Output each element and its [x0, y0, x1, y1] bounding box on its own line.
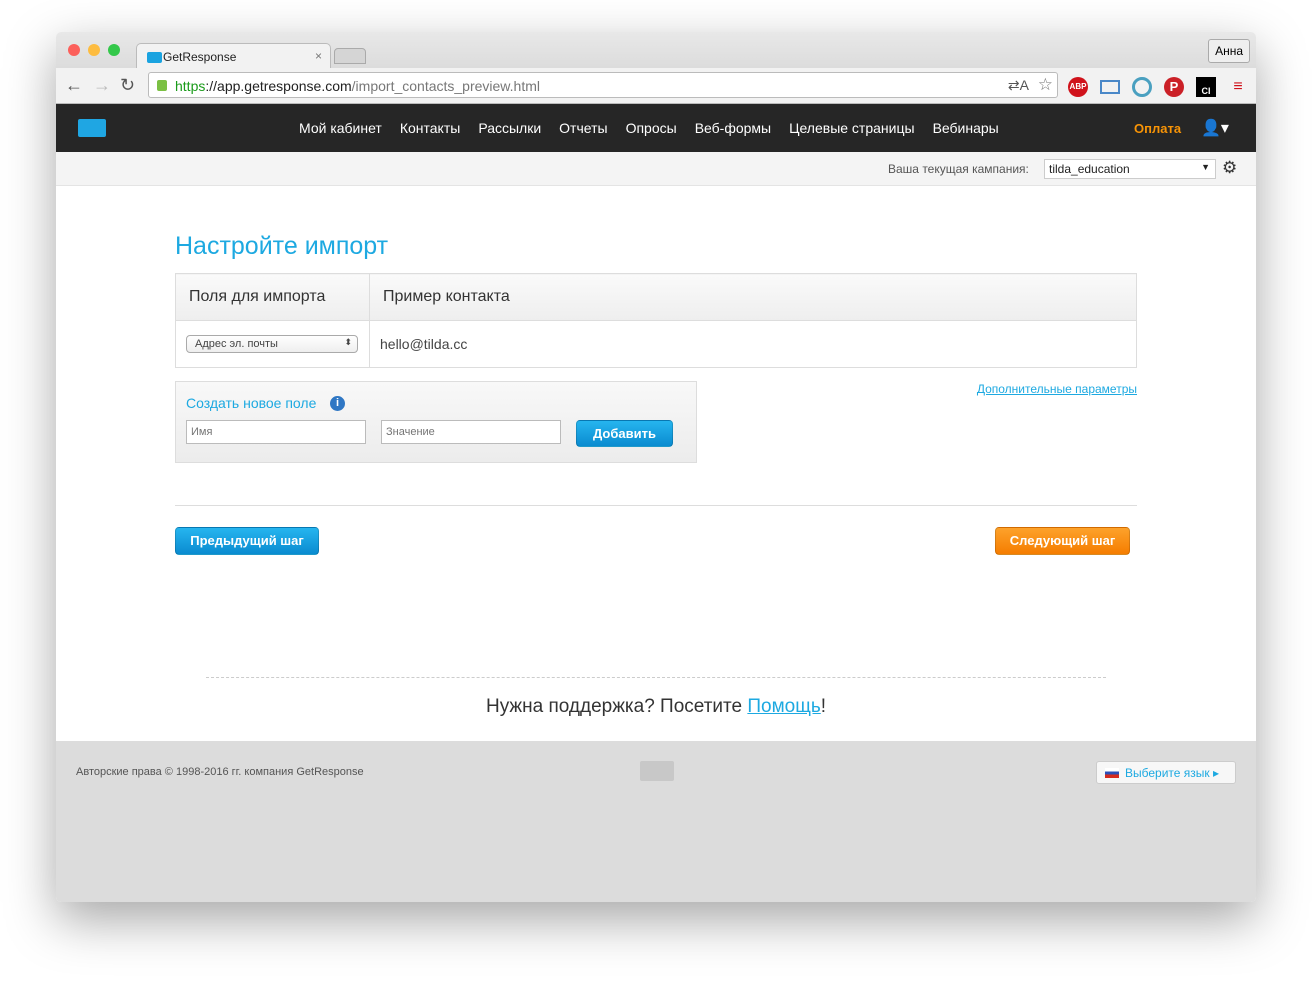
browser-tab[interactable]: GetResponse × [136, 43, 331, 69]
maximize-window-button[interactable] [108, 44, 120, 56]
field-type-value: Адрес эл. почты [195, 338, 278, 350]
add-field-button[interactable]: Добавить [576, 420, 673, 447]
url-scheme: https [175, 78, 206, 94]
copyright: Авторские права © 1998-2016 гг. компания… [76, 766, 364, 778]
table-row: Адрес эл. почты ⬍ hello@tilda.cc [175, 320, 1137, 368]
example-value: hello@tilda.cc [369, 320, 1137, 368]
field-value-input[interactable] [381, 420, 561, 444]
updown-arrow-icon: ⬍ [344, 337, 352, 347]
translate-icon[interactable]: ⇄A [1008, 77, 1029, 94]
nav-web-forms[interactable]: Веб-формы [695, 120, 771, 136]
footer: Авторские права © 1998-2016 гг. компания… [56, 741, 1256, 902]
nav-contacts[interactable]: Контакты [400, 120, 460, 136]
nav-landing-pages[interactable]: Целевые страницы [789, 120, 914, 136]
pinterest-icon[interactable]: P [1164, 77, 1184, 97]
col-header-example: Пример контакта [369, 273, 1137, 321]
page-title: Настройте импорт [175, 232, 389, 260]
getresponse-logo[interactable] [78, 119, 106, 137]
reload-icon[interactable]: ↻ [120, 75, 135, 96]
support-label: Нужна поддержка? Посетите [485, 696, 748, 717]
campaign-select[interactable]: tilda_education ▼ [1044, 159, 1216, 179]
nav-dashboard[interactable]: Мой кабинет [299, 120, 382, 136]
advanced-params-link[interactable]: Дополнительные параметры [977, 382, 1137, 396]
url-host: ://app.getresponse.com [205, 78, 352, 94]
minimize-window-button[interactable] [88, 44, 100, 56]
help-link[interactable]: Помощь [747, 696, 820, 717]
russian-flag-icon [1105, 768, 1119, 778]
col-header-fields: Поля для импорта [175, 273, 370, 321]
nav-pay[interactable]: Оплата [1134, 121, 1181, 136]
user-menu-icon[interactable]: 👤▾ [1201, 118, 1229, 138]
info-icon[interactable]: i [330, 396, 345, 411]
language-label: Выберите язык [1125, 766, 1210, 780]
menu-icon[interactable]: ≡ [1228, 77, 1248, 97]
tab-bar: GetResponse × Анна [56, 32, 1256, 69]
new-tab-button[interactable] [334, 48, 366, 64]
new-field-panel: Создать новое поле i Добавить [175, 381, 697, 463]
previous-step-button[interactable]: Предыдущий шаг [175, 527, 319, 555]
close-window-button[interactable] [68, 44, 80, 56]
extension-icon[interactable] [1132, 77, 1152, 97]
address-bar[interactable]: https://app.getresponse.com/import_conta… [148, 72, 1058, 98]
new-field-title: Создать новое поле [186, 395, 317, 411]
nav-webinars[interactable]: Вебинары [933, 120, 999, 136]
dashed-divider [206, 677, 1106, 678]
browser-window: GetResponse × Анна ← → ↻ https://app.getr… [56, 32, 1256, 902]
campaign-value: tilda_education [1049, 162, 1130, 176]
nav-reports[interactable]: Отчеты [559, 120, 607, 136]
campaign-bar: Ваша текущая кампания: tilda_education ▼ … [56, 152, 1256, 186]
close-tab-icon[interactable]: × [315, 49, 322, 63]
bookmark-star-icon[interactable]: ☆ [1038, 75, 1053, 95]
nav-surveys[interactable]: Опросы [626, 120, 677, 136]
footer-logo [640, 761, 674, 781]
language-select[interactable]: Выберите язык ▸ [1096, 761, 1236, 784]
gear-icon[interactable]: ⚙ [1222, 158, 1237, 178]
screen-capture-icon[interactable] [1100, 80, 1120, 94]
main-content: Настройте импорт Поля для импорта Пример … [56, 186, 1256, 741]
profile-button[interactable]: Анна [1208, 39, 1250, 63]
chevron-down-icon: ▼ [1201, 162, 1210, 172]
import-fields-table: Поля для импорта Пример контакта Адрес эл… [175, 273, 1137, 368]
nav-messages[interactable]: Рассылки [478, 120, 541, 136]
ci-label: CI [1201, 86, 1211, 96]
field-name-input[interactable] [186, 420, 366, 444]
back-icon[interactable]: ← [65, 75, 83, 96]
field-type-select[interactable]: Адрес эл. почты ⬍ [186, 335, 358, 353]
top-nav: Мой кабинет Контакты Рассылки Отчеты Опр… [56, 104, 1256, 152]
support-end: ! [820, 696, 827, 717]
browser-toolbar: ← → ↻ https://app.getresponse.com/import… [56, 68, 1256, 104]
url-path: /import_contacts_preview.html [351, 78, 540, 94]
adblock-icon[interactable]: ABP [1068, 77, 1088, 97]
abp-label: ABP [1069, 82, 1087, 91]
forward-icon[interactable]: → [93, 75, 111, 96]
campaign-label: Ваша текущая кампания: [888, 162, 1029, 176]
lock-icon [157, 80, 167, 91]
divider [175, 505, 1137, 506]
next-step-button[interactable]: Следующий шаг [995, 527, 1130, 555]
tab-title: GetResponse [163, 50, 237, 64]
support-text: Нужна поддержка? Посетите Помощь! [56, 696, 1256, 718]
ci-extension-icon[interactable]: CI [1196, 77, 1216, 97]
getresponse-favicon-icon [147, 52, 162, 63]
